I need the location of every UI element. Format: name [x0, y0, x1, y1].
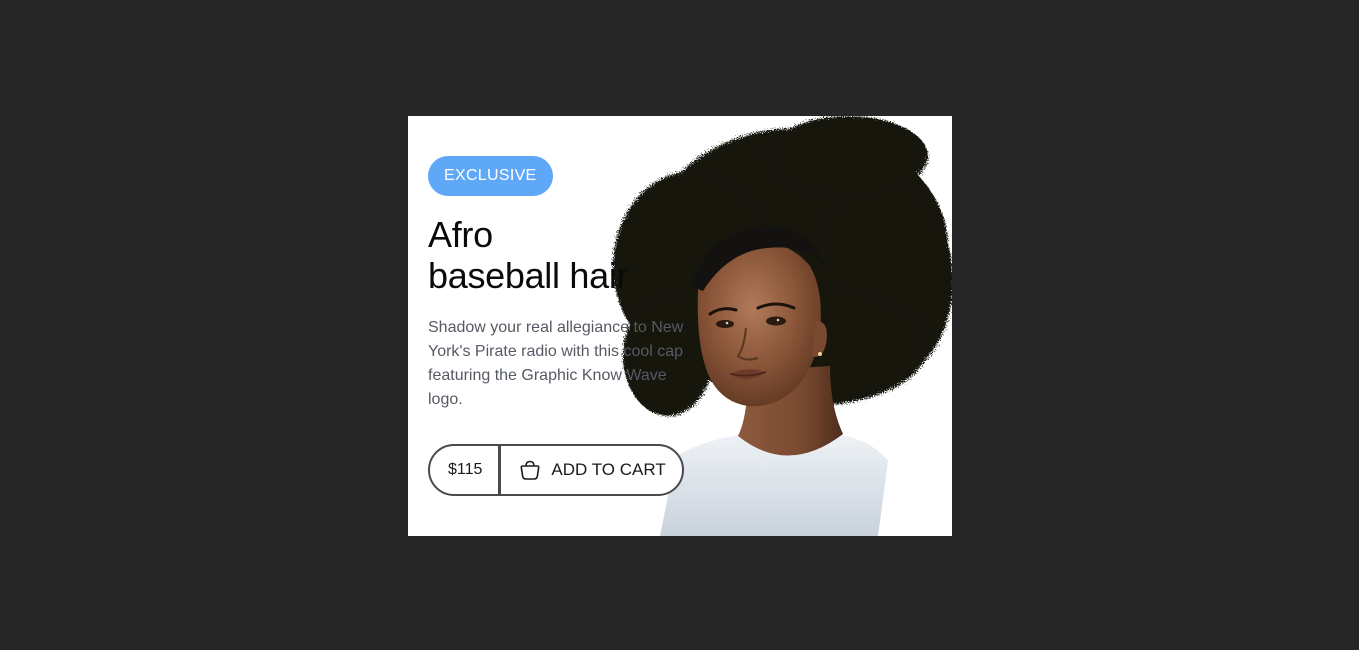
purchase-control: $115 ADD TO CART	[428, 444, 684, 496]
product-card: EXCLUSIVE Afro baseball hair Shadow your…	[408, 116, 952, 536]
exclusive-badge: EXCLUSIVE	[428, 156, 553, 196]
product-title-line-1: Afro	[428, 214, 493, 255]
add-to-cart-button[interactable]: ADD TO CART	[501, 446, 681, 494]
product-title: Afro baseball hair	[428, 214, 708, 296]
page-backdrop: EXCLUSIVE Afro baseball hair Shadow your…	[0, 0, 1359, 650]
price-label: $115	[430, 446, 502, 494]
product-title-line-2: baseball hair	[428, 255, 629, 296]
product-description: Shadow your real allegiance to New York'…	[428, 319, 684, 408]
add-to-cart-label: ADD TO CART	[551, 460, 666, 479]
shopping-bag-icon	[519, 459, 541, 481]
